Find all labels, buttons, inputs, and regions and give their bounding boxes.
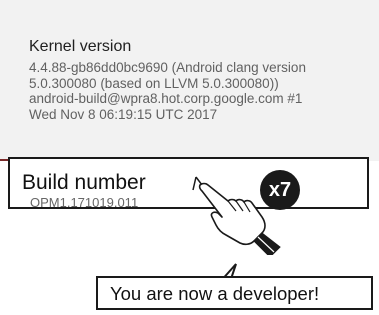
kernel-version-value: 4.4.88-gb86dd0bc9690 (Android clang vers…	[29, 60, 369, 122]
kernel-version-title: Kernel version	[29, 38, 132, 55]
kernel-version-line: 5.0.300080 (based on LLVM 5.0.300080))	[29, 75, 279, 91]
developer-toast-text: You are now a developer!	[110, 283, 320, 304]
tap-count-badge: x7	[260, 170, 300, 210]
kernel-version-line: Wed Nov 8 06:19:15 UTC 2017	[29, 106, 218, 122]
build-number-value: OPM1.171019.011	[30, 195, 139, 210]
kernel-version-line: 4.4.88-gb86dd0bc9690 (Android clang vers…	[29, 60, 306, 75]
kernel-version-line: android-build@wpra8.hot.corp.google.com …	[29, 91, 303, 106]
build-number-title: Build number	[22, 171, 146, 194]
